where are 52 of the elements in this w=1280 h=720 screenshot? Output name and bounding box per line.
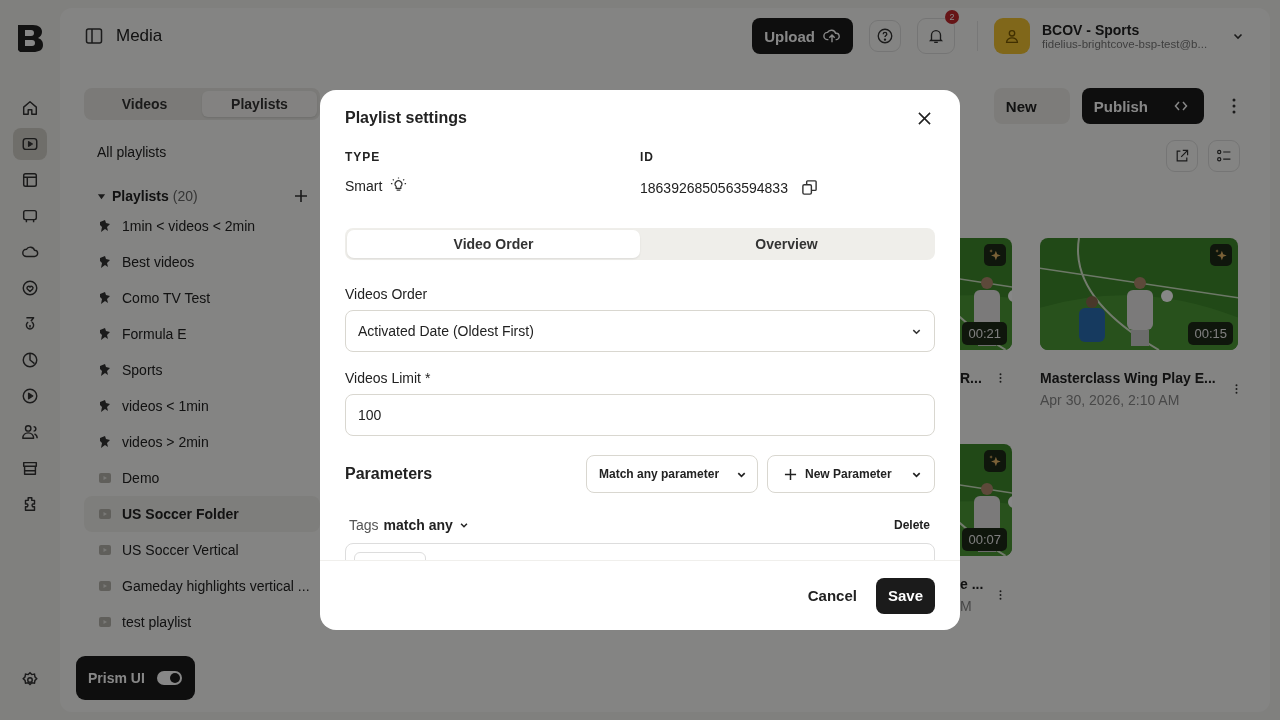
video-title[interactable]: R...: [960, 370, 982, 386]
playlist-item[interactable]: Sports: [84, 352, 320, 388]
playlist-id: 1863926850563594833: [640, 179, 788, 196]
tab[interactable]: Overview: [640, 230, 933, 258]
playlist-item[interactable]: Gameday highlights vertical ...: [84, 568, 320, 604]
view-tab[interactable]: Videos: [87, 91, 202, 117]
playlist-item[interactable]: Demo: [84, 460, 320, 496]
playlist-count: (20): [172, 188, 198, 204]
account-name: BCOV - Sports: [1042, 22, 1141, 38]
new-button[interactable]: New: [993, 88, 1070, 124]
section-title: Parameters: [345, 465, 433, 483]
playlist-item[interactable]: 1min < videos < 2min: [84, 208, 320, 244]
field-label: Videos Order: [345, 286, 429, 302]
field-label: TYPE: [345, 150, 382, 164]
limit-input[interactable]: 100: [345, 394, 935, 436]
order-dropdown[interactable]: Activated Date (Oldest First): [345, 310, 935, 352]
field-label: Videos Limit *: [345, 370, 432, 386]
playlist-item[interactable]: videos < 1min: [84, 388, 320, 424]
playlist-item[interactable]: Best videos: [84, 244, 320, 280]
match-dropdown[interactable]: Match any parameter: [586, 455, 758, 493]
field-label: ID: [640, 150, 655, 164]
playlist-item[interactable]: test playlist: [84, 604, 320, 640]
dialog-title: Playlist settings: [345, 109, 467, 127]
publish-button[interactable]: Publish: [1081, 88, 1204, 124]
group-title: Playlists: [112, 188, 169, 204]
playlist-item[interactable]: Como TV Test: [84, 280, 320, 316]
view-tab[interactable]: Playlists: [202, 91, 317, 117]
delete-button[interactable]: Delete: [893, 518, 930, 532]
playlist-item[interactable]: Formula E: [84, 316, 320, 352]
account-email: fidelius-brightcove-bsp-test@b...: [1042, 38, 1209, 50]
playlist-item[interactable]: videos > 2min: [84, 424, 320, 460]
cancel-button[interactable]: Cancel: [807, 587, 857, 604]
video-duration: 00:21: [962, 322, 1007, 345]
video-title[interactable]: e ...: [960, 576, 984, 592]
video-date: Apr 30, 2026, 2:10 AM: [1040, 392, 1181, 408]
playlist-item[interactable]: US Soccer Vertical: [84, 532, 320, 568]
video-title[interactable]: Masterclass Wing Play E...: [1040, 370, 1235, 386]
page-title: Media: [116, 26, 163, 46]
video-duration: 00:15: [1188, 322, 1233, 345]
save-button[interactable]: Save: [875, 577, 935, 614]
video-date: M: [960, 598, 972, 614]
tab[interactable]: Video Order: [347, 230, 640, 258]
notification-count: 2: [945, 10, 959, 24]
match-mode-dropdown[interactable]: match any: [383, 517, 469, 533]
new-parameter-button[interactable]: New Parameter: [767, 455, 935, 493]
all-playlists-link[interactable]: All playlists: [97, 140, 320, 164]
video-duration: 00:07: [962, 528, 1007, 551]
parameter-label: Tags: [349, 517, 379, 533]
prism-toggle[interactable]: Prism UI: [76, 656, 195, 700]
playlist-type: Smart: [345, 177, 383, 194]
upload-button[interactable]: Upload: [752, 18, 853, 54]
playlist-item[interactable]: US Soccer Folder: [84, 496, 320, 532]
